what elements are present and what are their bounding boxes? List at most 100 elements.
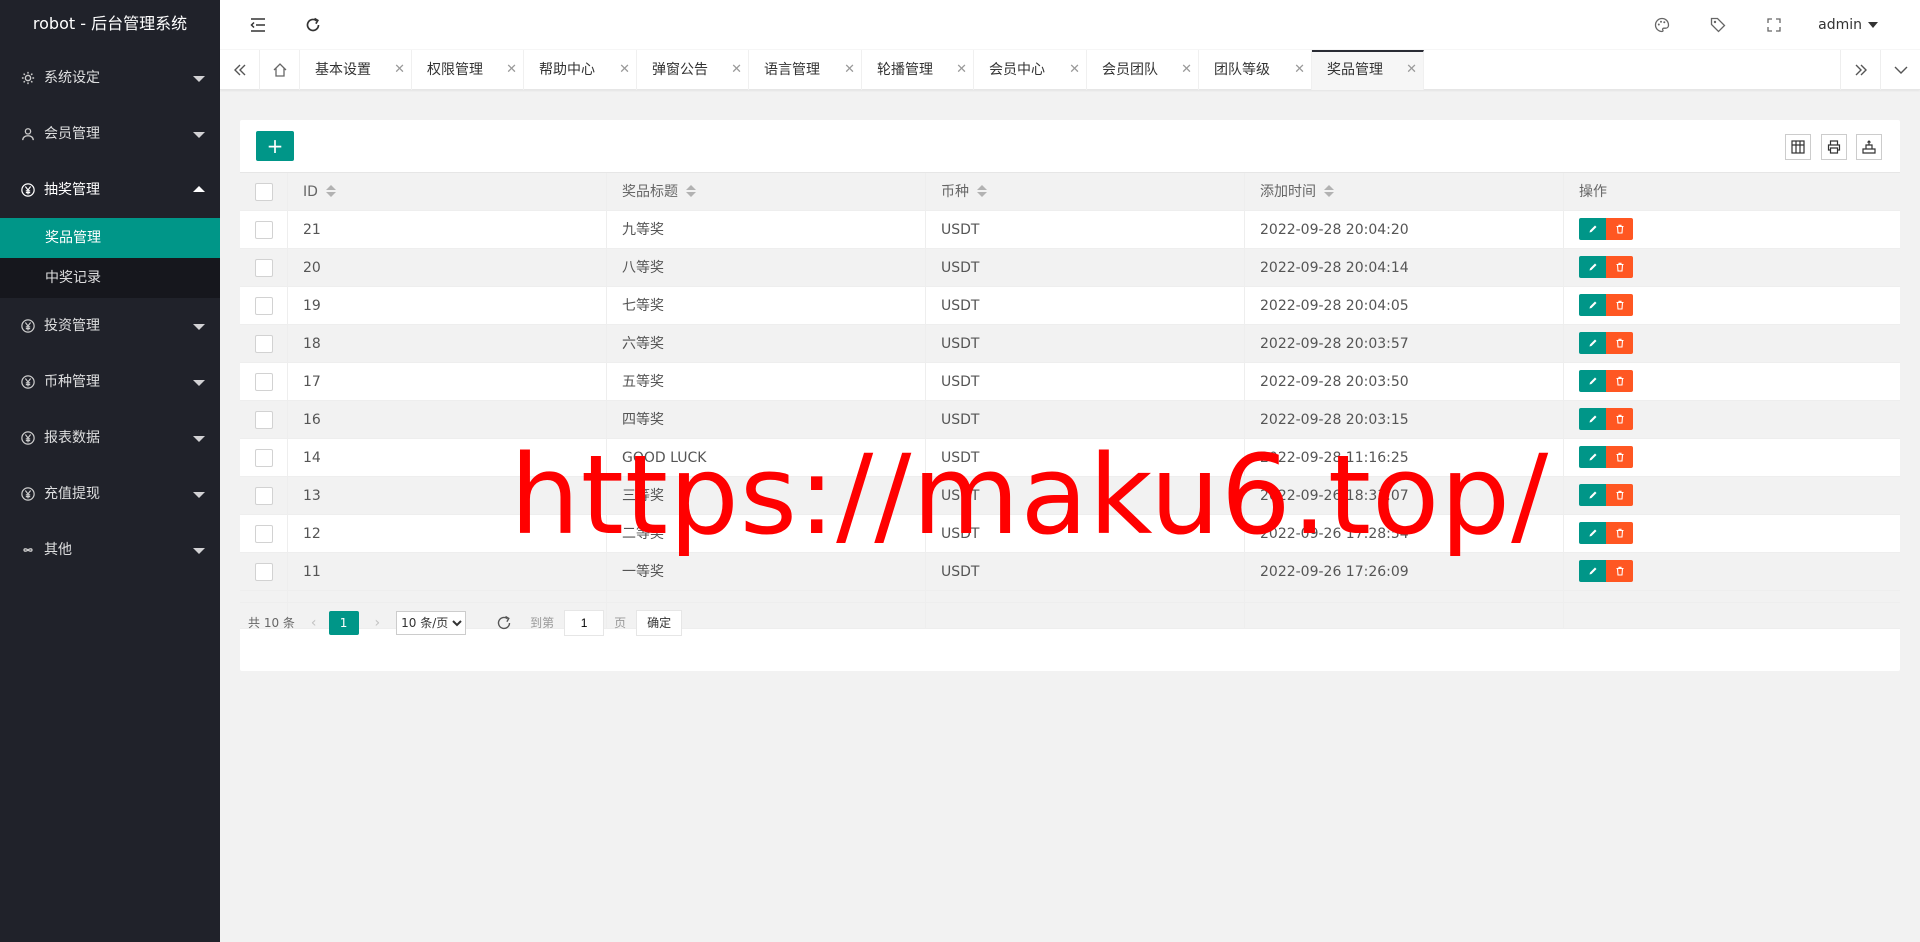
sidebar-subitem-winning-records[interactable]: 中奖记录 bbox=[0, 258, 220, 298]
cell-currency: USDT bbox=[926, 363, 1245, 401]
row-checkbox[interactable] bbox=[254, 297, 273, 315]
edit-button[interactable] bbox=[1579, 560, 1606, 582]
delete-button[interactable] bbox=[1606, 522, 1633, 544]
close-icon[interactable]: ✕ bbox=[394, 50, 405, 90]
delete-button[interactable] bbox=[1606, 560, 1633, 582]
sidebar-item-currency[interactable]: 币种管理 bbox=[0, 354, 220, 410]
user-menu[interactable]: admin bbox=[1818, 0, 1878, 50]
tab-popup-notice[interactable]: 弹窗公告 ✕ bbox=[637, 50, 749, 90]
tab-home[interactable] bbox=[260, 50, 300, 90]
close-icon[interactable]: ✕ bbox=[619, 50, 630, 90]
edit-button[interactable] bbox=[1579, 522, 1606, 544]
column-header-title[interactable]: 奖品标题 bbox=[607, 173, 926, 211]
sort-icon[interactable] bbox=[1324, 184, 1334, 198]
export-button[interactable] bbox=[1856, 134, 1882, 160]
sidebar-item-investment[interactable]: 投资管理 bbox=[0, 298, 220, 354]
row-checkbox[interactable] bbox=[254, 259, 273, 277]
sidebar-item-system-settings[interactable]: 系统设定 bbox=[0, 50, 220, 106]
sidebar-item-deposit-withdraw[interactable]: 充值提现 bbox=[0, 466, 220, 522]
trash-icon bbox=[1616, 490, 1623, 500]
row-actions bbox=[1579, 408, 1633, 430]
column-header-id[interactable]: ID bbox=[288, 173, 607, 211]
page-size-select[interactable]: 10 条/页 bbox=[396, 610, 467, 635]
delete-button[interactable] bbox=[1606, 256, 1633, 278]
tab-member-center[interactable]: 会员中心 ✕ bbox=[974, 50, 1087, 90]
sidebar-item-members[interactable]: 会员管理 bbox=[0, 106, 220, 162]
tab-language[interactable]: 语言管理 ✕ bbox=[749, 50, 862, 90]
close-icon[interactable]: ✕ bbox=[956, 50, 967, 90]
row-checkbox[interactable] bbox=[254, 221, 273, 239]
column-header-time[interactable]: 添加时间 bbox=[1245, 173, 1564, 211]
refresh-page-button[interactable] bbox=[496, 615, 512, 631]
delete-button[interactable] bbox=[1606, 446, 1633, 468]
row-checkbox[interactable] bbox=[254, 335, 273, 353]
sidebar-item-reports[interactable]: 报表数据 bbox=[0, 410, 220, 466]
tab-prize-management[interactable]: 奖品管理 ✕ bbox=[1312, 50, 1424, 90]
close-icon[interactable]: ✕ bbox=[731, 50, 742, 90]
tab-team-level[interactable]: 团队等级 ✕ bbox=[1199, 50, 1312, 90]
goto-confirm-button[interactable]: 确定 bbox=[636, 609, 683, 636]
page-number-current[interactable]: 1 bbox=[328, 610, 359, 635]
delete-button[interactable] bbox=[1606, 332, 1633, 354]
edit-button[interactable] bbox=[1579, 218, 1606, 240]
sidebar-item-lottery[interactable]: 抽奖管理 bbox=[0, 162, 220, 218]
refresh-button[interactable] bbox=[288, 0, 338, 50]
table-row: 14 GOOD LUCK USDT 2022-09-28 11:16:25 bbox=[240, 439, 1900, 477]
checkbox-cell bbox=[240, 287, 288, 325]
close-icon[interactable]: ✕ bbox=[1406, 52, 1417, 88]
cell-title: 三等奖 bbox=[607, 477, 926, 515]
sort-icon[interactable] bbox=[977, 184, 987, 198]
edit-button[interactable] bbox=[1579, 484, 1606, 506]
delete-button[interactable] bbox=[1606, 294, 1633, 316]
theme-button[interactable] bbox=[1637, 0, 1687, 50]
delete-button[interactable] bbox=[1606, 370, 1633, 392]
notes-button[interactable] bbox=[1693, 0, 1743, 50]
edit-button[interactable] bbox=[1579, 408, 1606, 430]
tab-member-team[interactable]: 会员团队 ✕ bbox=[1087, 50, 1199, 90]
prev-page-icon[interactable]: ‹ bbox=[311, 615, 317, 631]
tabs-scroll-right-button[interactable] bbox=[1840, 50, 1880, 90]
close-icon[interactable]: ✕ bbox=[844, 50, 855, 90]
close-icon[interactable]: ✕ bbox=[1181, 50, 1192, 90]
sidebar-item-other[interactable]: 其他 bbox=[0, 522, 220, 578]
tabs-menu-button[interactable] bbox=[1880, 50, 1920, 90]
goto-page-input[interactable] bbox=[564, 609, 605, 636]
row-checkbox[interactable] bbox=[254, 487, 273, 505]
add-button[interactable]: + bbox=[256, 131, 294, 161]
sort-icon[interactable] bbox=[686, 184, 696, 198]
close-icon[interactable]: ✕ bbox=[1294, 50, 1305, 90]
user-icon bbox=[20, 126, 36, 142]
tab-carousel[interactable]: 轮播管理 ✕ bbox=[862, 50, 974, 90]
edit-button[interactable] bbox=[1579, 370, 1606, 392]
sort-icon[interactable] bbox=[325, 184, 336, 198]
edit-button[interactable] bbox=[1579, 332, 1606, 354]
cell-time: 2022-09-28 20:04:20 bbox=[1245, 211, 1564, 249]
print-button[interactable] bbox=[1821, 134, 1847, 160]
edit-button[interactable] bbox=[1579, 294, 1606, 316]
row-checkbox[interactable] bbox=[254, 411, 273, 429]
delete-button[interactable] bbox=[1606, 484, 1633, 506]
cell-id: 19 bbox=[288, 287, 607, 325]
next-page-icon[interactable]: › bbox=[375, 615, 381, 631]
filter-columns-button[interactable] bbox=[1785, 134, 1811, 160]
row-checkbox[interactable] bbox=[254, 373, 273, 391]
sidebar-subitem-prize-management[interactable]: 奖品管理 bbox=[0, 218, 220, 258]
row-checkbox[interactable] bbox=[254, 449, 273, 467]
select-all-checkbox[interactable] bbox=[254, 183, 273, 201]
tab-basic-settings[interactable]: 基本设置 ✕ bbox=[300, 50, 412, 90]
row-checkbox[interactable] bbox=[254, 525, 273, 543]
close-icon[interactable]: ✕ bbox=[1069, 50, 1080, 90]
tab-help-center[interactable]: 帮助中心 ✕ bbox=[524, 50, 637, 90]
delete-button[interactable] bbox=[1606, 408, 1633, 430]
tabs-scroll-left-button[interactable] bbox=[220, 50, 260, 90]
close-icon[interactable]: ✕ bbox=[506, 50, 517, 90]
column-header-currency[interactable]: 币种 bbox=[926, 173, 1245, 211]
delete-button[interactable] bbox=[1606, 218, 1633, 240]
tab-permissions[interactable]: 权限管理 ✕ bbox=[412, 50, 524, 90]
edit-button[interactable] bbox=[1579, 446, 1606, 468]
fullscreen-button[interactable] bbox=[1749, 0, 1799, 50]
cell-id: 12 bbox=[288, 515, 607, 553]
menu-fold-button[interactable] bbox=[233, 0, 283, 50]
edit-button[interactable] bbox=[1579, 256, 1606, 278]
row-checkbox[interactable] bbox=[254, 563, 273, 581]
